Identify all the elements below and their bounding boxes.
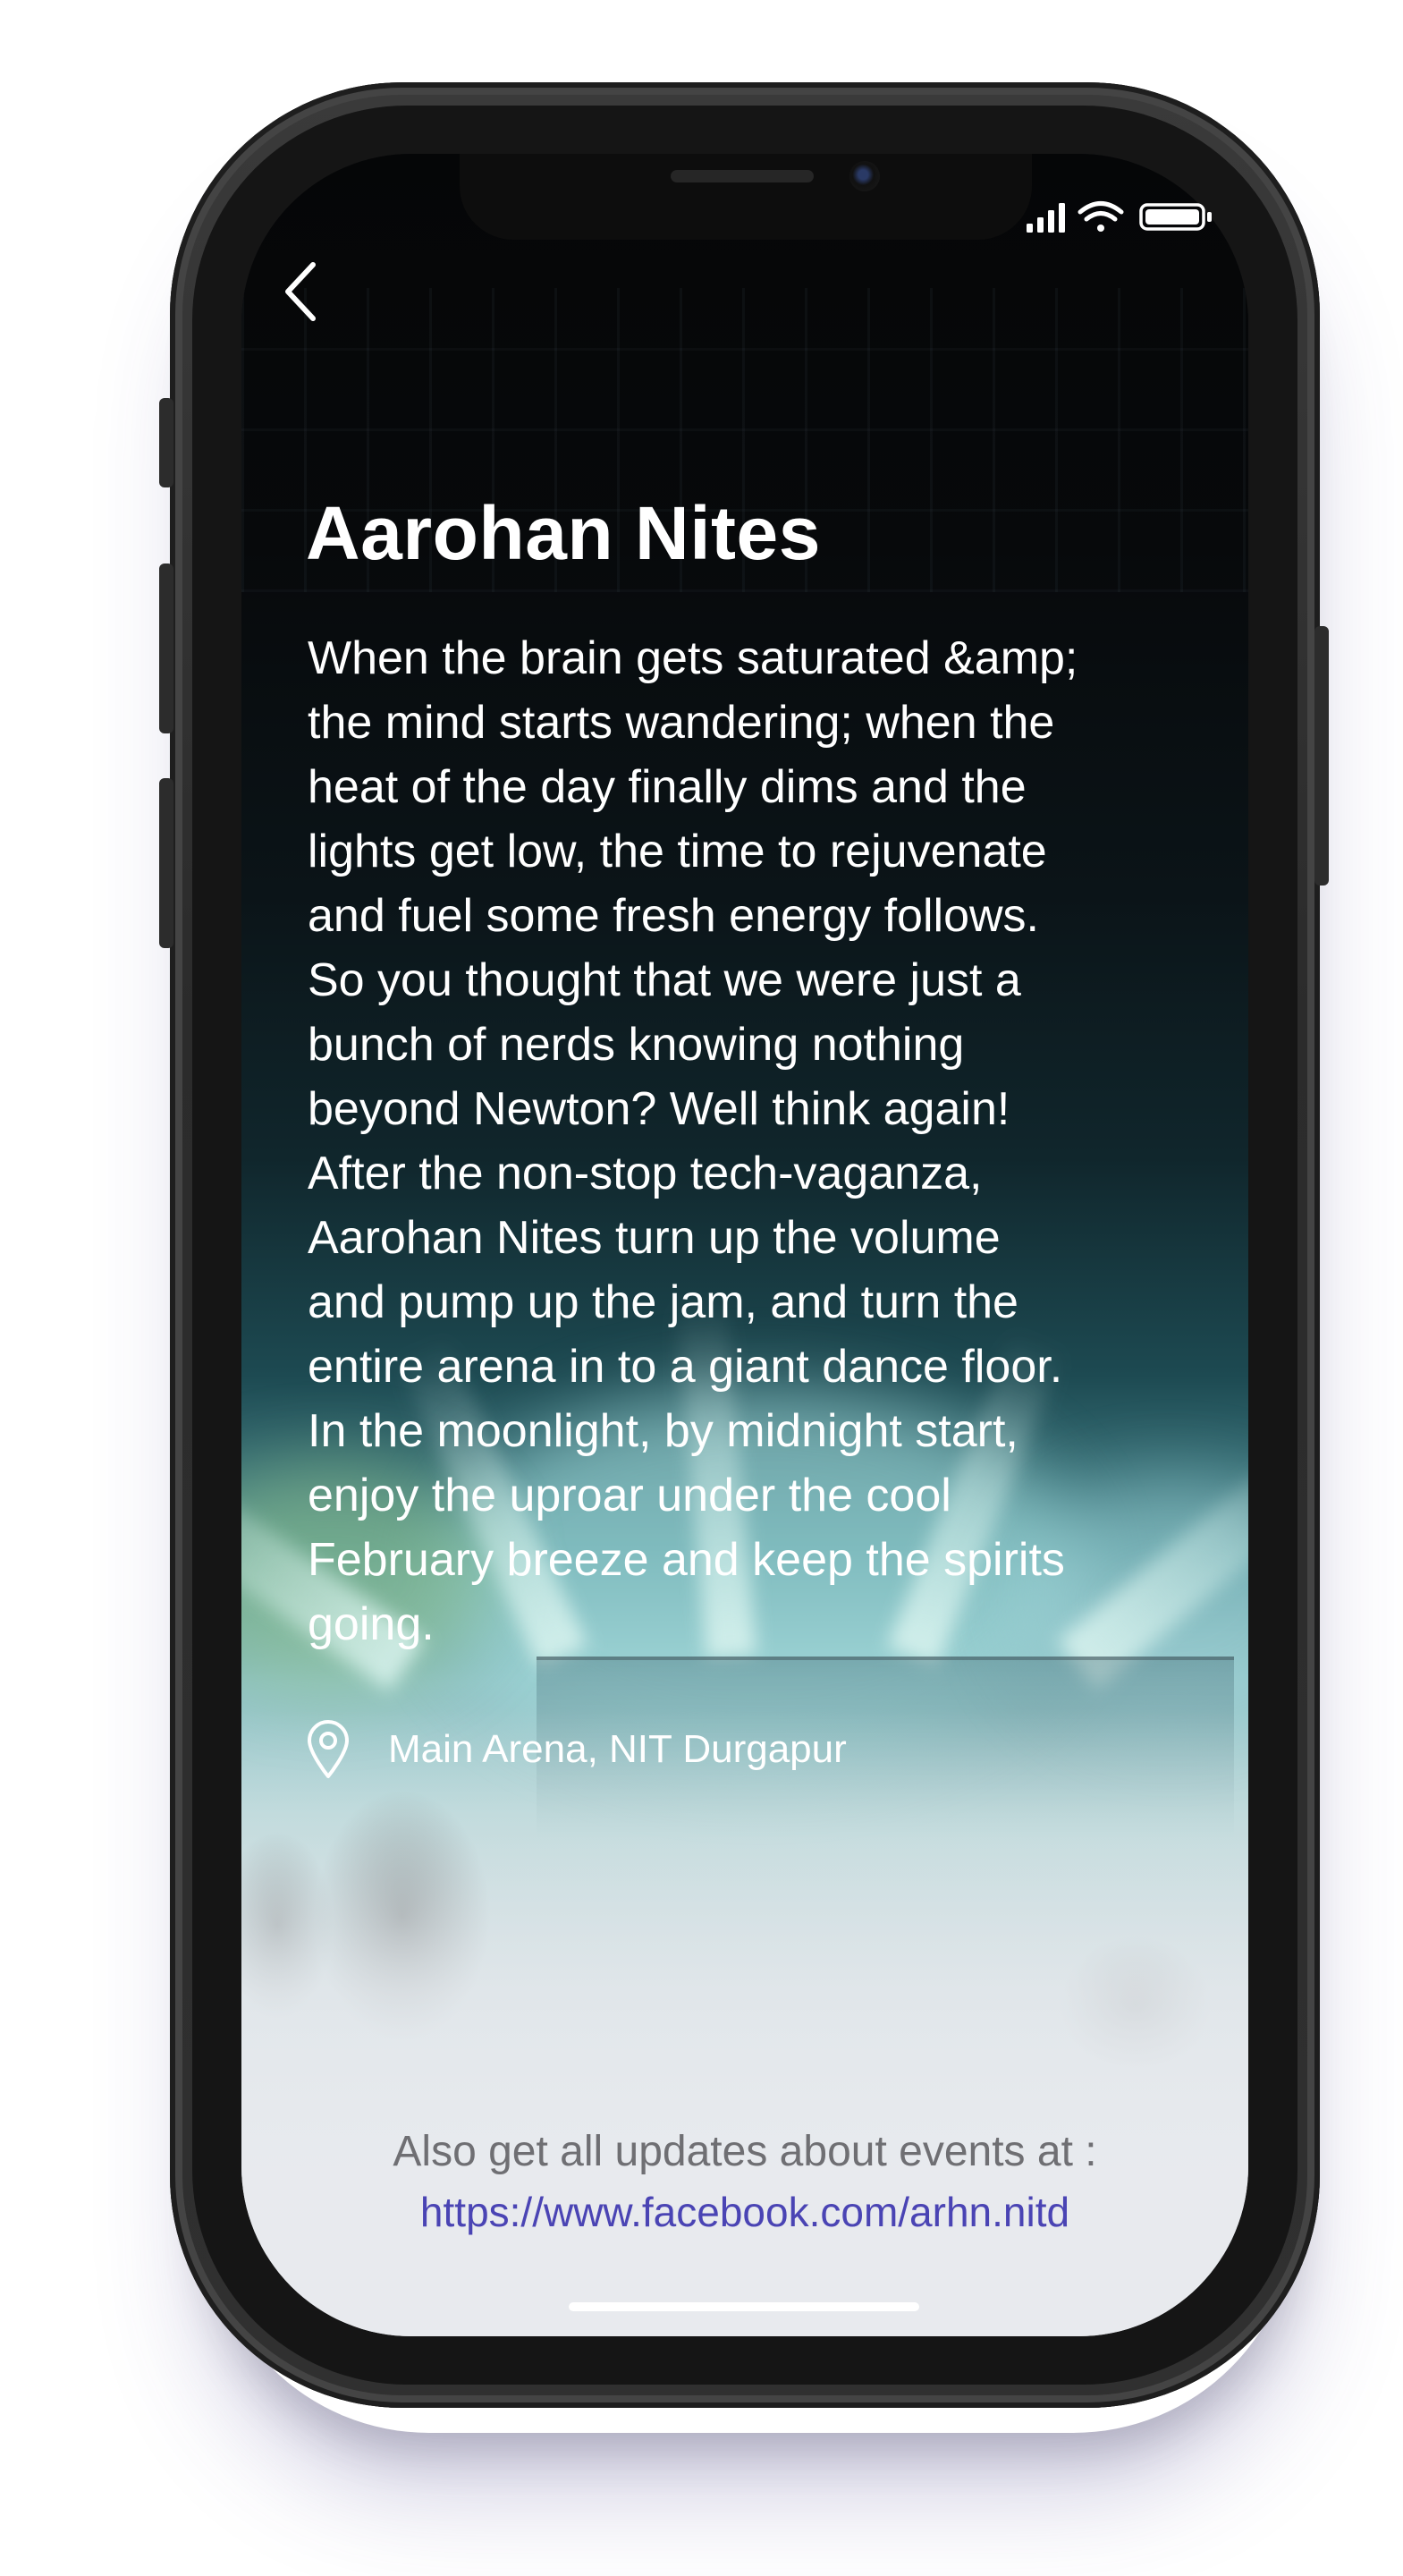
home-indicator[interactable] [569,2302,919,2311]
facebook-link[interactable]: https://www.facebook.com/arhn.nitd [241,2188,1248,2236]
battery-icon [1139,203,1212,231]
earpiece-speaker [671,170,814,182]
back-button[interactable] [275,259,325,324]
event-description: When the brain gets saturated &amp; the … [308,632,1078,1650]
footer-note: Also get all updates about events at : [393,2128,1097,2175]
event-title: Aarohan Nites [306,491,821,575]
map-pin-icon [308,1720,349,1778]
location-label: Main Arena, NIT Durgapur [388,1727,847,1771]
wifi-icon [1078,201,1124,232]
signal-bars-icon [1027,203,1065,233]
chevron-left-icon [285,262,316,321]
power-button [1314,626,1329,886]
status-bar [1027,199,1216,234]
event-location: Main Arena, NIT Durgapur [306,1717,847,1782]
volume-up-button [159,564,173,733]
notch [460,154,1032,240]
silent-switch [159,398,173,487]
volume-down-button [159,778,173,948]
front-camera [849,161,880,191]
bottom-fade [241,1710,1248,2336]
